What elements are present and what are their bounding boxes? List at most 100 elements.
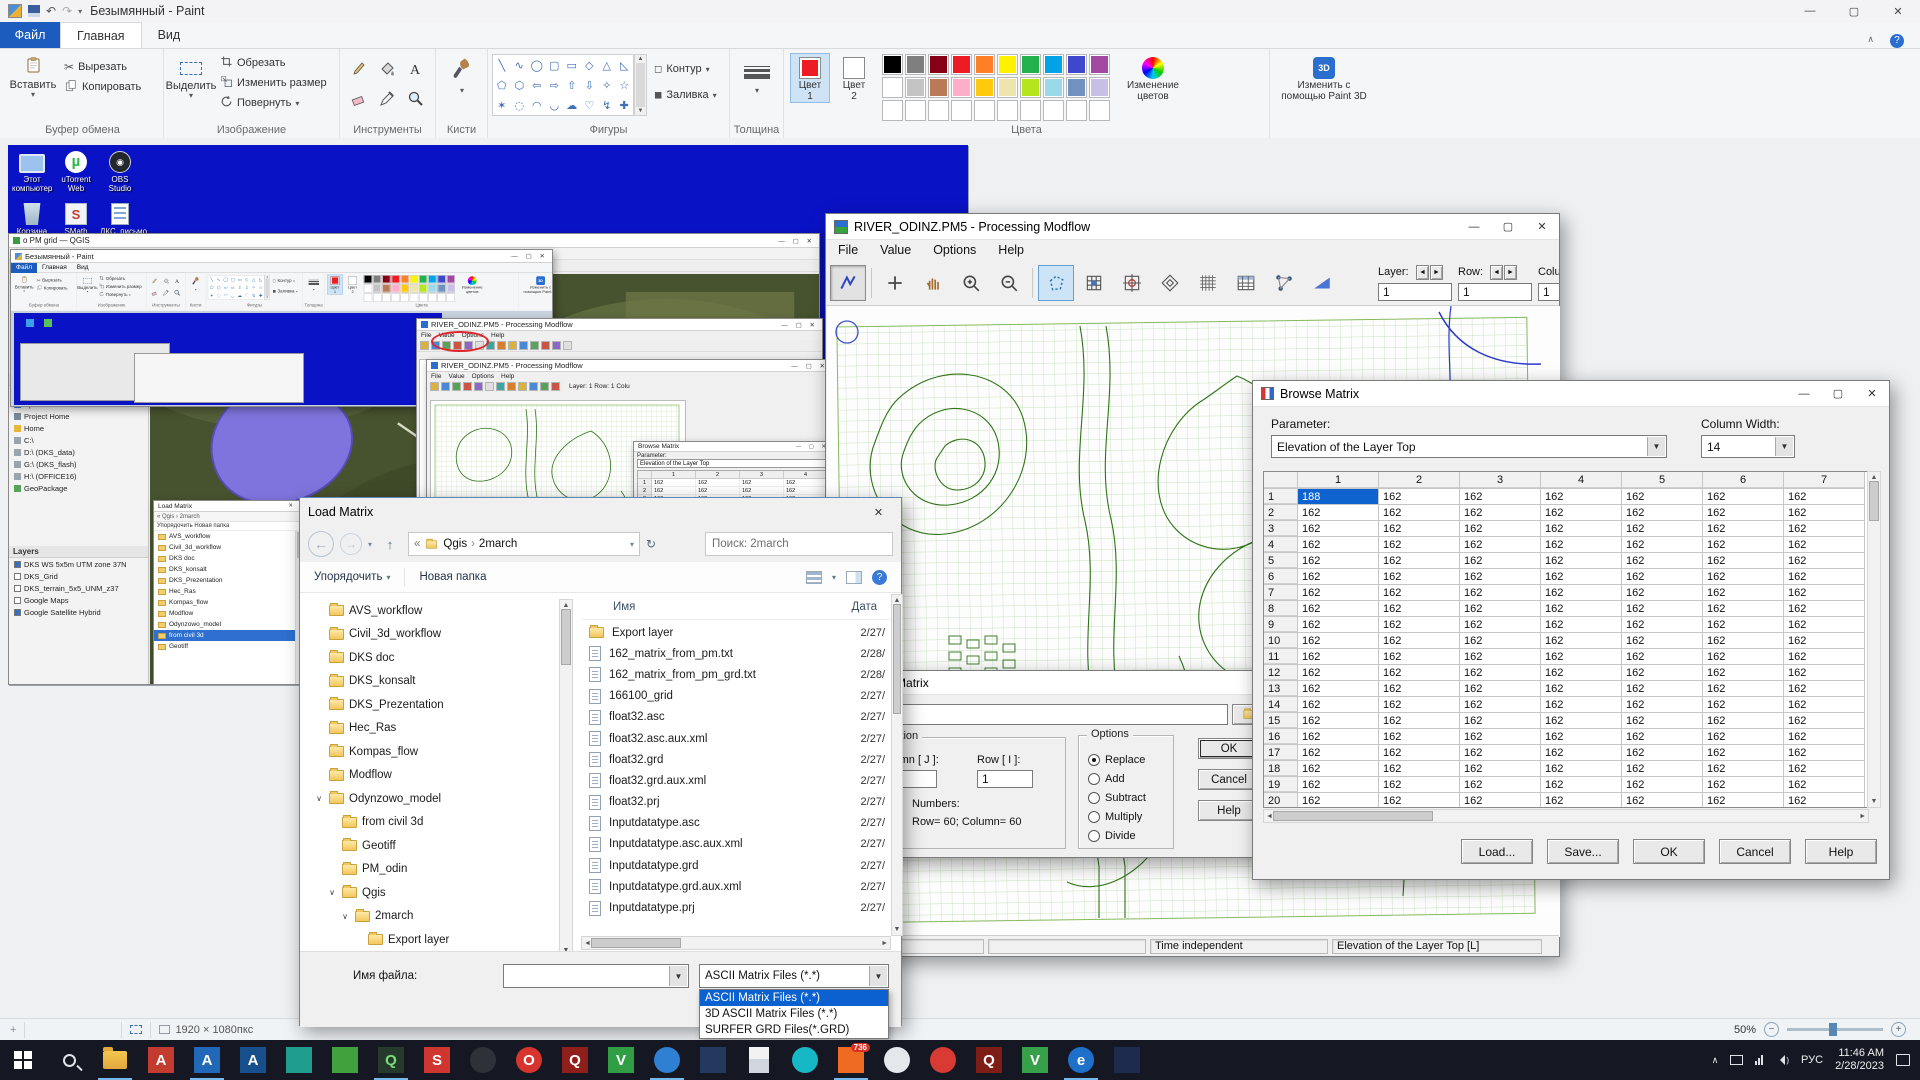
help-icon[interactable]: ? — [1890, 34, 1904, 48]
load-button[interactable]: Load... — [1461, 839, 1533, 864]
matrix-cell-r10c7[interactable]: 162 — [1784, 633, 1865, 649]
heart-shape[interactable]: ♡ — [581, 95, 599, 115]
matrix-cell-r15c2[interactable]: 162 — [1379, 713, 1460, 729]
row-header-12[interactable]: 12 — [1264, 665, 1298, 681]
palette-swatch-16[interactable] — [419, 284, 427, 292]
file-row-float32-prj[interactable]: float32.prj2/27/ — [581, 792, 891, 813]
file-row-166100_grid[interactable]: 166100_grid2/27/ — [581, 686, 891, 707]
file-list-hscrollbar[interactable]: ◄► — [581, 936, 891, 950]
matrix-cell-r14c1[interactable]: 162 — [1298, 697, 1379, 713]
matrix-cell-r3c4[interactable]: 162 — [1541, 521, 1622, 537]
browser-item-4[interactable]: C:\ — [9, 434, 148, 446]
palette-swatch-3[interactable] — [391, 275, 399, 283]
filetype-option-surfer-grd-files---grd-[interactable]: SURFER GRD Files(*.GRD) — [700, 1022, 888, 1038]
matrix-cell-r6c6[interactable]: 162 — [1703, 569, 1784, 585]
palette-swatch-0[interactable] — [364, 275, 372, 283]
circle-callout-shape[interactable]: ◌ — [215, 291, 222, 299]
matrix-cell-r5c2[interactable]: 162 — [1379, 553, 1460, 569]
profile-tool-tool-button[interactable] — [1304, 265, 1340, 301]
matrix-cell-r5c4[interactable]: 162 — [1541, 553, 1622, 569]
file-row-float32-asc-aux-xml[interactable]: float32.asc.aux.xml2/27/ — [581, 728, 891, 749]
layer-prev-button[interactable]: ◄ — [1416, 265, 1429, 280]
taskbar-app-app-a-red[interactable]: A — [138, 1040, 184, 1080]
column-header-1[interactable]: 1 — [1298, 472, 1379, 489]
matrix-cell-r18c6[interactable]: 162 — [1703, 761, 1784, 777]
tree-item-kompas_flow[interactable]: Kompas_flow — [300, 740, 559, 764]
mini-modflow-menu-help[interactable]: Help — [501, 373, 514, 380]
ok-button[interactable]: OK — [1198, 738, 1260, 759]
matrix-cell-r7c4[interactable]: 162 — [1541, 585, 1622, 601]
matrix-cell-r2c1[interactable]: 162 — [1298, 505, 1379, 521]
modflow-col-field[interactable]: 1 — [1538, 283, 1559, 301]
matrix-cell-r9c3[interactable]: 162 — [1460, 617, 1541, 633]
file-row-inputdatatype-grd-aux-xml[interactable]: Inputdatatype.grd.aux.xml2/27/ — [581, 876, 891, 897]
row-header-18[interactable]: 18 — [1264, 761, 1298, 777]
four-point-star-shape[interactable]: ✧ — [598, 75, 616, 95]
address-bar[interactable]: « Qgis › 2march ▾ — [408, 532, 640, 556]
curve-shape[interactable]: ∿ — [215, 275, 222, 283]
modflow-menu-options[interactable]: Options — [933, 243, 976, 259]
browse-minimize-button[interactable]: — — [1787, 381, 1821, 406]
cross-shape[interactable]: ✚ — [616, 95, 634, 115]
mini-modflow-menu-options[interactable]: Options — [472, 373, 494, 380]
row-header-1[interactable]: 1 — [1264, 489, 1298, 505]
matrix-cell-r3c1[interactable]: 162 — [1298, 521, 1379, 537]
palette-empty-slot[interactable] — [951, 100, 972, 121]
matrix-cell-r15c7[interactable]: 162 — [1784, 713, 1865, 729]
matrix-cell-r7c5[interactable]: 162 — [1622, 585, 1703, 601]
matrix-cell-r2c7[interactable]: 162 — [1784, 505, 1865, 521]
matrix-cell-r1c6[interactable]: 162 — [1703, 489, 1784, 505]
modflow-menu-file[interactable]: File — [838, 243, 858, 259]
cut-button[interactable]: ✂Вырезать — [64, 57, 141, 77]
tree-item-dks-doc[interactable]: DKS doc — [300, 646, 559, 670]
cloud-callout-shape[interactable]: ☁ — [236, 291, 243, 299]
cloud-callout-shape[interactable]: ☁ — [563, 95, 581, 115]
matrix-cell-r4c1[interactable]: 162 — [1298, 537, 1379, 553]
eraser-tool-button[interactable] — [346, 85, 372, 113]
matrix-cell-r17c6[interactable]: 162 — [1703, 745, 1784, 761]
palette-swatch-1[interactable] — [905, 54, 926, 75]
arrow-left-shape[interactable]: ⇦ — [222, 283, 229, 291]
arrow-down-shape[interactable]: ⇩ — [581, 75, 599, 95]
palette-empty-slot[interactable] — [391, 293, 399, 301]
matrix-cell-r8c4[interactable]: 162 — [1541, 601, 1622, 617]
mini-tree-item-dks-doc[interactable]: DKS doc — [154, 553, 300, 564]
palette-swatch-7[interactable] — [1043, 54, 1064, 75]
copy-button[interactable]: Копировать — [64, 77, 141, 97]
palette-swatch-9[interactable] — [447, 275, 455, 283]
arc-up-shape[interactable]: ◠ — [222, 291, 229, 299]
four-point-star-shape[interactable]: ✧ — [250, 283, 257, 291]
matrix-cell-r6c4[interactable]: 162 — [1541, 569, 1622, 585]
matrix-cell-r9c6[interactable]: 162 — [1703, 617, 1784, 633]
matrix-cell-r7c1[interactable]: 162 — [1298, 585, 1379, 601]
matrix-cell-r2c5[interactable]: 162 — [1622, 505, 1703, 521]
matrix-cell-r13c4[interactable]: 162 — [1541, 681, 1622, 697]
breadcrumb-qgis[interactable]: Qgis — [443, 538, 467, 550]
matrix-cell-r17c1[interactable]: 162 — [1298, 745, 1379, 761]
matrix-cell-r1c7[interactable]: 162 — [1784, 489, 1865, 505]
search-input[interactable]: Поиск: 2march — [705, 532, 893, 556]
tree-item-dks_konsalt[interactable]: DKS_konsalt — [300, 670, 559, 694]
palette-swatch-5[interactable] — [997, 54, 1018, 75]
mini-modflow-menu-file[interactable]: File — [431, 373, 441, 380]
matrix-cell-r5c1[interactable]: 162 — [1298, 553, 1379, 569]
rectangle-shape[interactable]: ▭ — [236, 275, 243, 283]
rotate-button[interactable]: Повернуть▾ — [220, 93, 327, 113]
arrow-up-shape[interactable]: ⇧ — [563, 75, 581, 95]
select-button[interactable]: Выделить ▾ — [77, 275, 97, 294]
matrix-cell-r3c6[interactable]: 162 — [1703, 521, 1784, 537]
matrix-cell-r7c7[interactable]: 162 — [1784, 585, 1865, 601]
redo-icon[interactable]: ↷ — [62, 4, 72, 18]
matrix-cell-r4c2[interactable]: 162 — [1379, 537, 1460, 553]
matrix-cell-r13c5[interactable]: 162 — [1622, 681, 1703, 697]
palette-swatch-15[interactable] — [997, 77, 1018, 98]
row-header-17[interactable]: 17 — [1264, 745, 1298, 761]
matrix-cell-r19c6[interactable]: 162 — [1703, 777, 1784, 793]
file-dialog[interactable]: Load Matrix ✕ ← → ▾ ↑ « Qgis › 2march ▾ … — [299, 497, 902, 1026]
column-header-2[interactable]: 2 — [1379, 472, 1460, 489]
save-icon[interactable] — [28, 5, 40, 17]
palette-empty-slot[interactable] — [882, 100, 903, 121]
option-divide[interactable]: Divide — [1088, 826, 1146, 845]
row-header-13[interactable]: 13 — [1264, 681, 1298, 697]
palette-swatch-19[interactable] — [1089, 77, 1110, 98]
